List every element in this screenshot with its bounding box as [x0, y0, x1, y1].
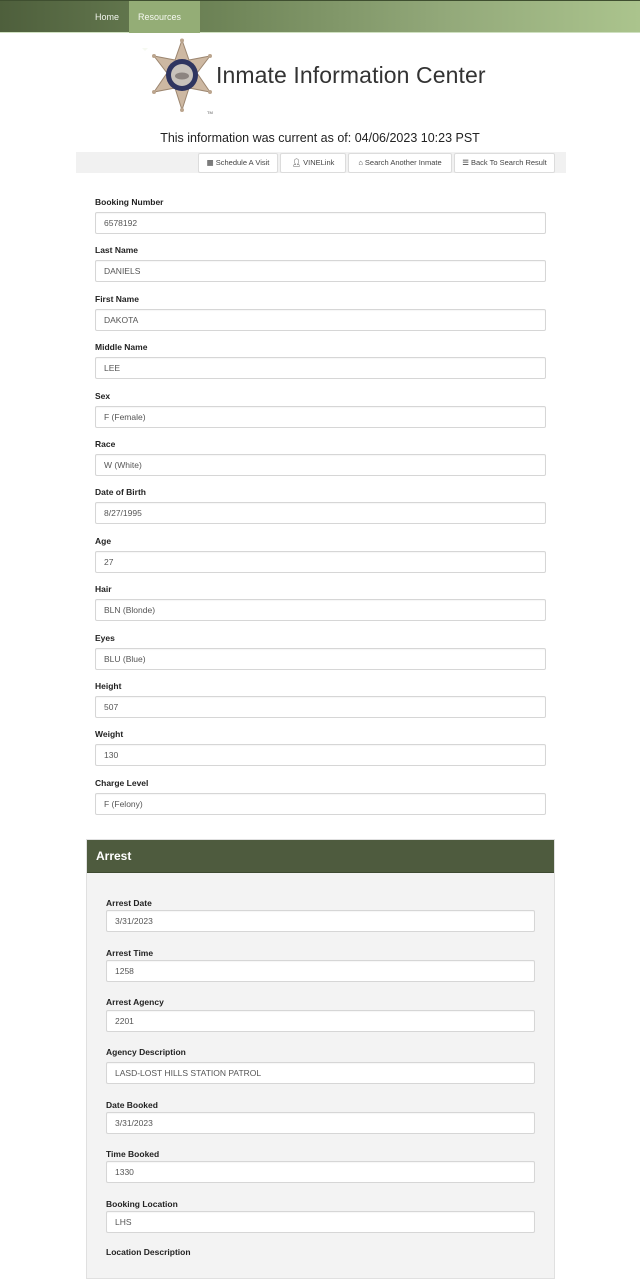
list-icon: ☰ — [462, 158, 469, 167]
booking-number-field[interactable]: 6578192 — [95, 212, 546, 234]
top-navbar: Home Resources — [0, 0, 640, 52]
date-of-birth-field[interactable]: 8/27/1995 — [95, 502, 546, 524]
arrest-date-label: Arrest Date — [106, 898, 152, 908]
nav-resources-dropdown[interactable]: Resources — [129, 1, 200, 52]
sex-label: Sex — [95, 391, 111, 401]
middle-name-label: Middle Name — [95, 342, 148, 352]
arrest-date-field[interactable]: 3/31/2023 — [106, 910, 535, 932]
last-name-field[interactable]: DANIELS — [95, 260, 546, 282]
date-booked-label: Date Booked — [106, 1100, 158, 1110]
nav-resources-label: Resources — [138, 12, 182, 22]
back-to-search-result-button[interactable]: ☰ Back To Search Result — [454, 153, 555, 173]
last-name-label: Last Name — [95, 245, 138, 255]
page-header: TM Inmate Information Center — [0, 38, 640, 118]
vinelink-button[interactable]: 👤︎ VINELink — [280, 153, 346, 173]
arrest-time-field[interactable]: 1258 — [106, 960, 535, 982]
eyes-label: Eyes — [95, 633, 115, 643]
page-title: Inmate Information Center — [216, 62, 486, 88]
agency-description-field[interactable]: LASD-LOST HILLS STATION PATROL — [106, 1062, 535, 1084]
date-of-birth-label: Date of Birth — [95, 487, 146, 497]
age-field[interactable]: 27 — [95, 551, 546, 573]
home-icon: ⌂ — [358, 158, 363, 167]
weight-label: Weight — [95, 729, 124, 739]
search-another-label: Search Another Inmate — [364, 158, 442, 167]
weight-field[interactable]: 130 — [95, 744, 546, 766]
nav-home-link[interactable]: Home — [86, 1, 128, 33]
arrest-time-label: Arrest Time — [106, 948, 154, 958]
first-name-label: First Name — [95, 294, 139, 304]
hair-field[interactable]: BLN (Blonde) — [95, 599, 546, 621]
arrest-panel-title: Arrest — [87, 840, 554, 873]
eyes-field[interactable]: BLU (Blue) — [95, 648, 546, 670]
schedule-visit-label: Schedule A Visit — [215, 158, 270, 167]
time-booked-label: Time Booked — [106, 1149, 160, 1159]
sex-field[interactable]: F (Female) — [95, 406, 546, 428]
calendar-icon: ▦ — [206, 158, 214, 167]
schedule-visit-button[interactable]: ▦ Schedule A Visit — [198, 153, 278, 173]
middle-name-field[interactable]: LEE — [95, 357, 546, 379]
race-field[interactable]: W (White) — [95, 454, 546, 476]
svg-text:TM: TM — [207, 110, 213, 115]
current-as-of-text: This information was current as of: 04/0… — [160, 131, 480, 145]
race-label: Race — [95, 439, 116, 449]
sheriff-badge-logo: TM — [152, 38, 213, 115]
vinelink-label: VINELink — [303, 158, 335, 167]
time-booked-field[interactable]: 1330 — [106, 1161, 535, 1183]
booking-location-label: Booking Location — [106, 1199, 178, 1209]
action-toolbar: ▦ Schedule A Visit 👤︎ VINELink ⌂ Search Ano… — [76, 152, 566, 173]
charge-level-label: Charge Level — [95, 778, 149, 788]
agency-description-label: Agency Description — [106, 1047, 186, 1057]
first-name-field[interactable]: DAKOTA — [95, 309, 546, 331]
booking-number-label: Booking Number — [95, 197, 164, 207]
height-field[interactable]: 507 — [95, 696, 546, 718]
height-label: Height — [95, 681, 122, 691]
date-booked-field[interactable]: 3/31/2023 — [106, 1112, 535, 1134]
arrest-agency-field[interactable]: 2201 — [106, 1010, 535, 1032]
location-description-label: Location Description — [106, 1247, 191, 1257]
search-another-inmate-button[interactable]: ⌂ Search Another Inmate — [348, 153, 452, 173]
arrest-panel: Arrest Arrest Date 3/31/2023 Arrest Time… — [86, 839, 555, 1279]
charge-level-field[interactable]: F (Felony) — [95, 793, 546, 815]
user-icon: 👤︎ — [291, 158, 302, 167]
arrest-agency-label: Arrest Agency — [106, 997, 164, 1007]
age-label: Age — [95, 536, 112, 546]
booking-location-field[interactable]: LHS — [106, 1211, 535, 1233]
hair-label: Hair — [95, 584, 112, 594]
back-to-results-label: Back To Search Result — [471, 158, 547, 167]
